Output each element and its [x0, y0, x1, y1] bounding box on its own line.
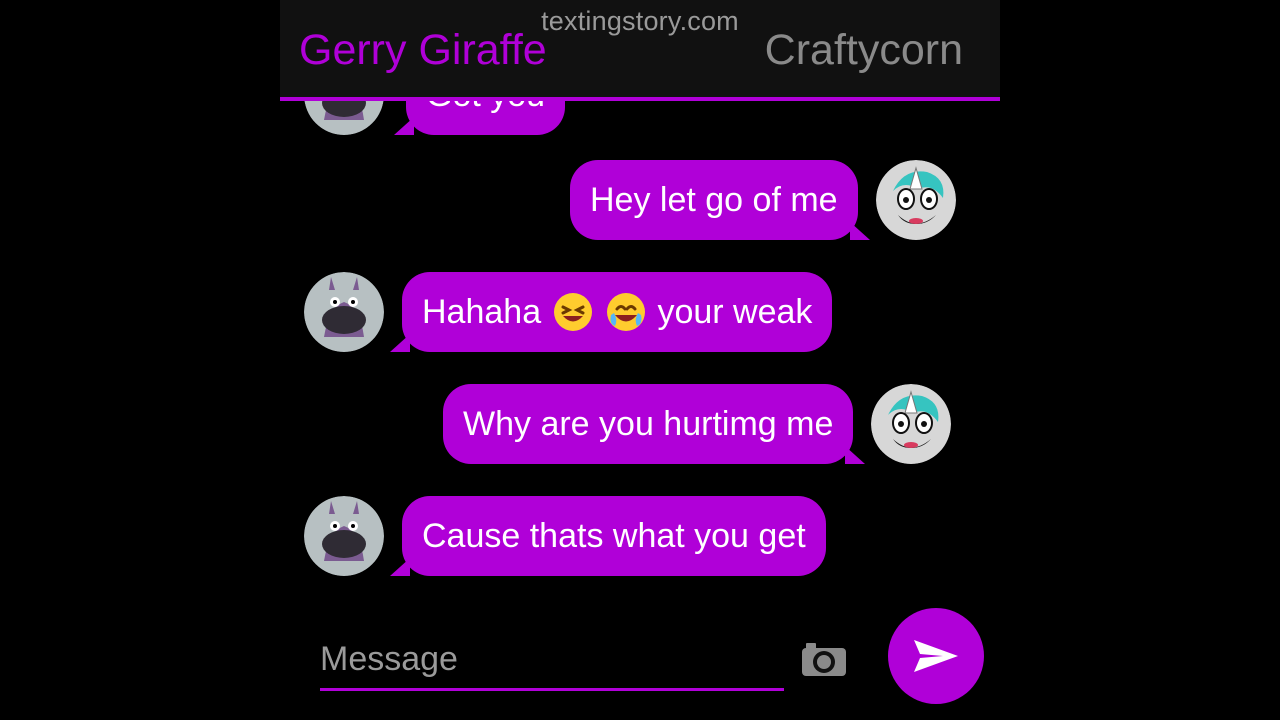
giraffe-avatar[interactable]: [304, 496, 384, 576]
message-row-left: Cause thats what you get: [304, 496, 826, 576]
unicorn-avatar[interactable]: [875, 160, 956, 240]
message-bubble[interactable]: Hahaha your weak: [389, 272, 833, 352]
message-text: Hey let go of me: [590, 181, 838, 219]
face-with-tears-of-joy-emoji: [607, 293, 646, 331]
laughing-face-emoji: [553, 293, 592, 331]
message-text: your weak: [657, 293, 813, 331]
send-icon: [914, 640, 958, 672]
right-contact-name[interactable]: Craftycorn: [765, 26, 963, 75]
send-button[interactable]: [888, 608, 984, 704]
message-input[interactable]: [320, 637, 784, 681]
giraffe-avatar[interactable]: [304, 272, 384, 352]
unicorn-avatar[interactable]: [871, 384, 952, 464]
camera-icon[interactable]: [800, 640, 848, 678]
message-text: Hahaha: [422, 293, 542, 331]
chat-screen: Got you textingstory.com Gerry Giraffe C…: [280, 0, 1000, 720]
chat-header: textingstory.com Gerry Giraffe Craftycor…: [280, 0, 1000, 101]
message-row-left: Hahaha your weak: [304, 272, 833, 352]
message-bubble[interactable]: Why are you hurtimg me: [443, 384, 866, 464]
message-row-right: Why are you hurtimg me: [443, 384, 952, 464]
message-text: Why are you hurtimg me: [463, 405, 834, 443]
message-text: Cause thats what you get: [422, 517, 806, 555]
message-bubble[interactable]: Hey let go of me: [570, 160, 870, 240]
message-bubble[interactable]: Cause thats what you get: [390, 496, 826, 576]
message-row-right: Hey let go of me: [570, 160, 956, 240]
message-composer: [320, 630, 784, 691]
left-contact-name[interactable]: Gerry Giraffe: [299, 26, 547, 75]
